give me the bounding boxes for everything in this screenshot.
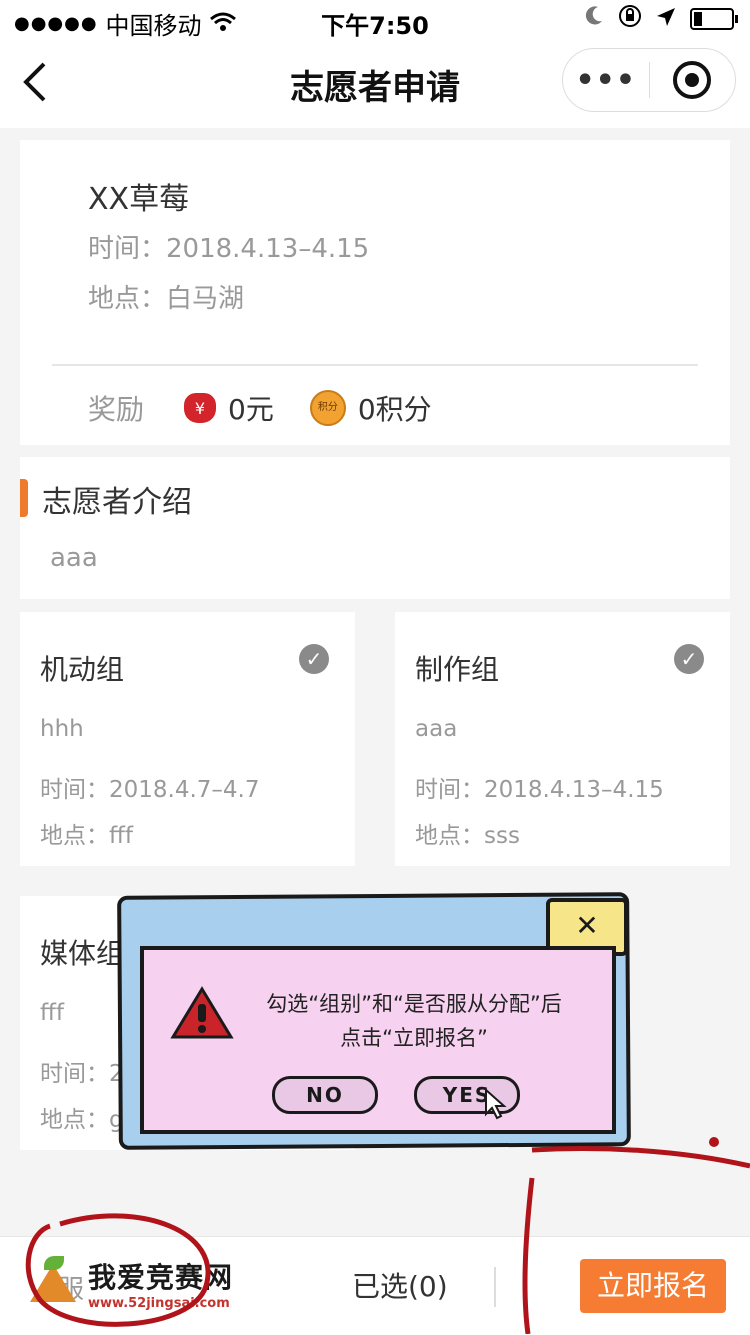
check-icon[interactable]: ✓ [674,644,704,674]
annotation-dot [709,1137,719,1147]
reward-points: 0积分 [357,393,432,426]
points-coin-icon: 积分 [309,390,346,426]
group-card[interactable]: 机动组 ✓ hhh 时间：2018.4.7–4.7 地点：fff [20,612,355,866]
event-title: XX草莓 [88,182,190,217]
group-time: 时间：2 [40,1061,124,1087]
event-location: 地点：白马湖 [88,284,245,314]
group-location: 地点：fff [40,823,133,849]
group-location: 地点：g [40,1107,124,1133]
close-program-button[interactable] [650,61,736,99]
group-card[interactable]: 制作组 ✓ aaa 时间：2018.4.13–4.15 地点：sss [395,612,730,866]
submit-button[interactable]: 立即报名 [580,1259,726,1313]
nav-bar: 志愿者申请 ••• [0,40,750,128]
status-right [584,4,738,34]
status-bar: ●●●●● 中国移动 下午7:50 [0,0,750,40]
warning-icon [170,986,234,1040]
group-name: 制作组 [415,653,500,686]
popup-message-line2: 点击“立即报名” [340,1026,488,1050]
rotation-lock-icon [618,4,642,34]
group-time: 时间：2018.4.13–4.15 [415,777,664,803]
watermark-title: 我爱竞赛网 [88,1261,234,1294]
event-card: XX草莓 时间：2018.4.13–4.15 地点：白马湖 奖励 ¥ 0元 积分… [20,140,730,445]
group-desc: fff [40,1000,64,1026]
check-icon[interactable]: ✓ [299,644,329,674]
event-time: 时间：2018.4.13–4.15 [88,234,370,264]
popup-body: 勾选“组别”和“是否服从分配”后 点击“立即报名” NO YES [140,946,616,1134]
reward-row: 奖励 ¥ 0元 积分 0积分 [88,388,468,428]
watermark: 我爱竞赛网 www.52jingsai.com [30,1256,233,1311]
group-location: 地点：sss [415,823,520,849]
group-desc: aaa [415,716,458,742]
watermark-text: 我爱竞赛网 www.52jingsai.com [88,1256,233,1311]
annotation-stroke-horizontal [531,1146,750,1169]
reward-money: 0元 [228,393,274,426]
moon-icon [584,5,604,33]
location-icon [656,5,676,33]
section-accent [20,479,28,517]
reward-label: 奖励 [88,393,145,426]
popup-message-line1: 勾选“组别”和“是否服从分配”后 [266,992,562,1016]
money-bag-icon: ¥ [184,393,217,423]
watermark-url: www.52jingsai.com [88,1296,230,1311]
intro-text: aaa [50,543,98,573]
divider [52,364,698,366]
intro-title: 志愿者介绍 [42,485,192,520]
intro-card: 志愿者介绍 aaa [20,457,730,599]
group-time: 时间：2018.4.7–4.7 [40,777,260,803]
target-icon [673,61,712,99]
group-name: 机动组 [40,653,125,686]
group-name: 媒体组 [40,937,125,970]
mini-program-capsule: ••• [562,48,736,112]
battery-icon [690,8,738,30]
bottom-divider [494,1267,496,1307]
cursor-icon [484,1087,512,1120]
no-button[interactable]: NO [272,1076,378,1114]
instruction-popup: ✕ 勾选“组别”和“是否服从分配”后 点击“立即报名” NO YES [117,892,631,1150]
watermark-logo-icon [30,1256,82,1304]
selected-count: 已选(0) [352,1270,448,1303]
group-desc: hhh [40,716,84,742]
more-icon[interactable]: ••• [563,63,649,98]
